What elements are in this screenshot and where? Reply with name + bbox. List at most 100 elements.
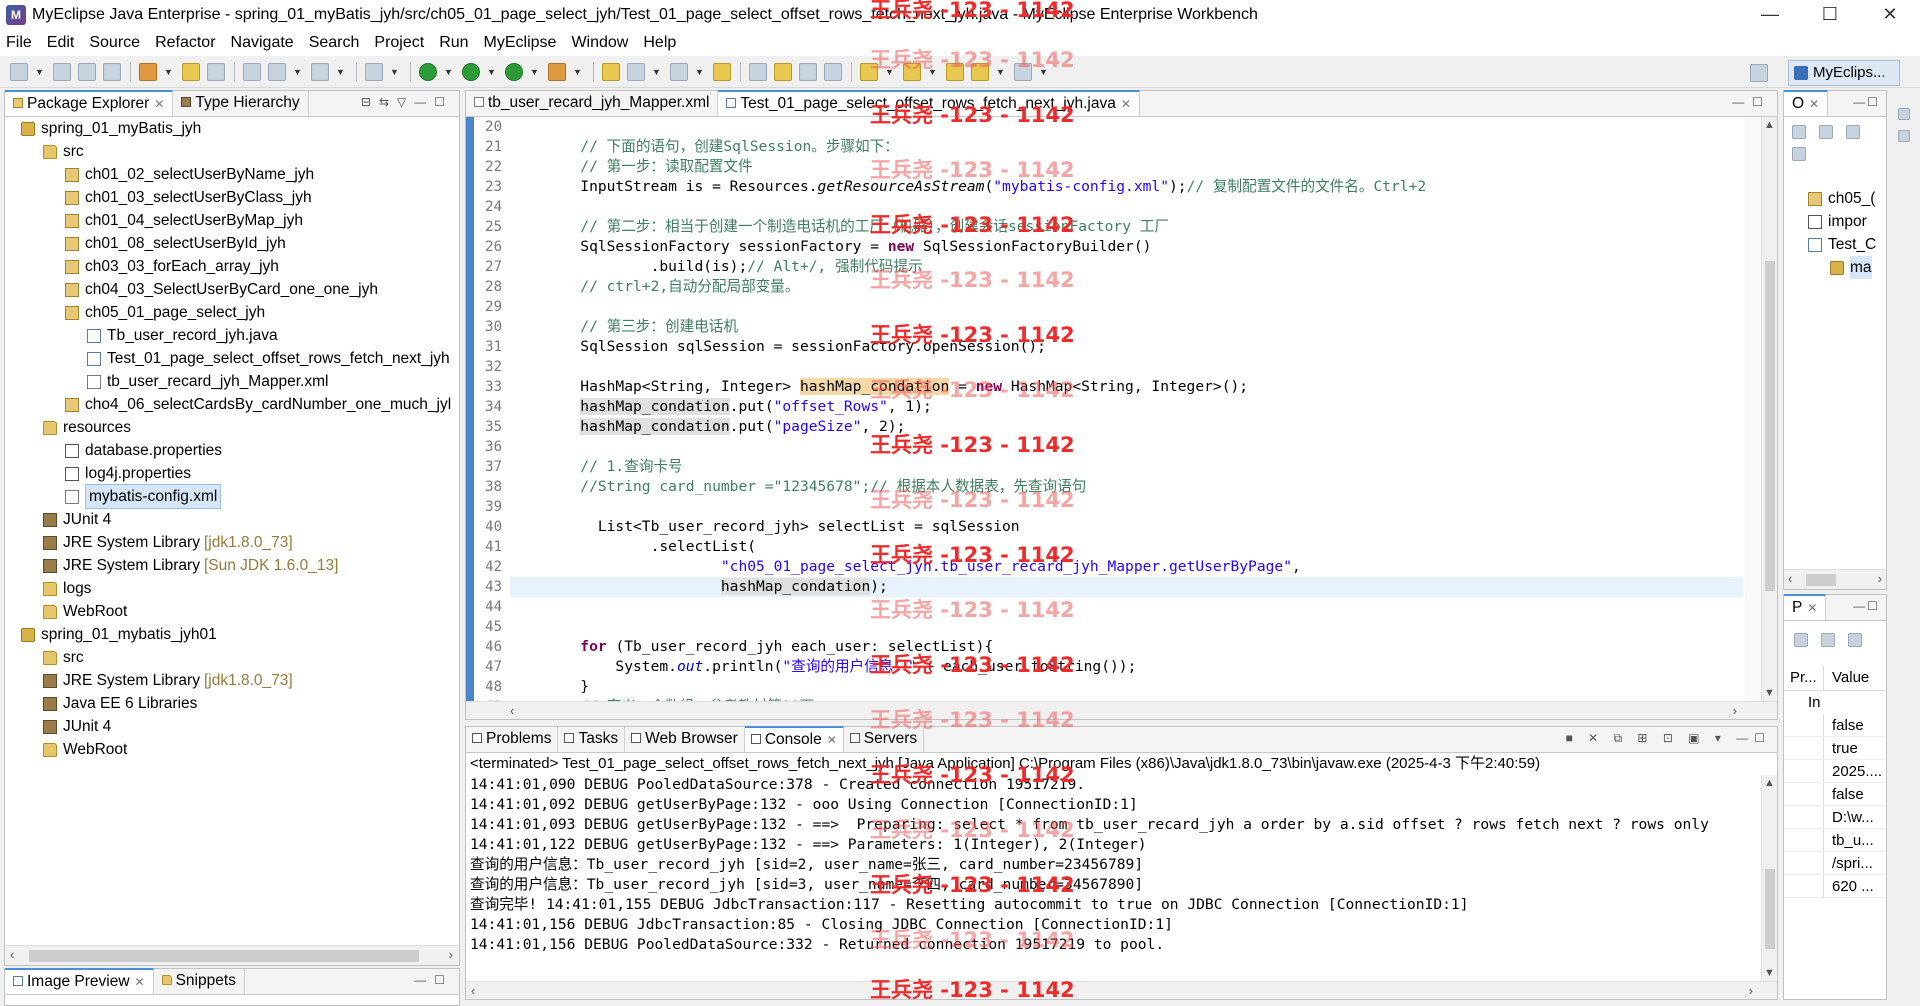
tree-node[interactable]: ch03_03_forEach_array_jyh bbox=[5, 255, 459, 278]
tree-node[interactable]: JUnit 4 bbox=[5, 715, 459, 738]
tree-node[interactable]: logs bbox=[5, 577, 459, 600]
open-type-icon[interactable] bbox=[182, 62, 200, 81]
close-button[interactable]: ✕ bbox=[1860, 0, 1920, 30]
code-line[interactable]: "ch05_01_page_select_jyh.tb_user_recard_… bbox=[510, 557, 1743, 577]
tree-node[interactable]: ch01_02_selectUserByName_jyh bbox=[5, 163, 459, 186]
scrollbar-thumb[interactable] bbox=[1806, 574, 1836, 586]
code-line[interactable]: for (Tb_user_record_jyh each_user: selec… bbox=[510, 637, 1743, 657]
close-icon[interactable]: ✕ bbox=[827, 733, 837, 747]
code-line[interactable]: hashMap_condation.put("pageSize", 2); bbox=[510, 417, 1743, 437]
chevron-down-icon[interactable]: ▼ bbox=[530, 63, 539, 81]
deploy-icon[interactable] bbox=[268, 62, 286, 81]
code-line[interactable] bbox=[510, 497, 1743, 517]
menu-myeclipse[interactable]: MyEclipse bbox=[484, 34, 566, 52]
chevron-down-icon[interactable]: ▼ bbox=[928, 63, 937, 81]
tree-node[interactable]: JRE System Library [Sun JDK 1.6.0_13] bbox=[5, 554, 459, 577]
minimized-view-icon[interactable] bbox=[1898, 130, 1910, 142]
property-row[interactable]: D:\w... bbox=[1784, 806, 1886, 829]
perspective-myeclipse-button[interactable]: MyEclips... bbox=[1788, 60, 1900, 86]
tree-node[interactable]: src bbox=[5, 140, 459, 163]
tab-servers[interactable]: Servers bbox=[844, 727, 925, 752]
toggle-mark-icon[interactable] bbox=[749, 62, 767, 81]
tree-node[interactable]: spring_01_myBatis_jyh bbox=[5, 117, 459, 140]
previous-annotation-icon[interactable] bbox=[903, 62, 921, 81]
tree-node[interactable]: cho4_06_selectCardsBy_cardNumber_one_muc… bbox=[5, 393, 459, 416]
new-project-icon[interactable] bbox=[139, 62, 157, 81]
code-line[interactable] bbox=[510, 117, 1743, 137]
horizontal-scrollbar[interactable]: ‹ › bbox=[466, 981, 1777, 999]
scrollbar-thumb[interactable] bbox=[1765, 261, 1775, 591]
close-icon[interactable]: ✕ bbox=[1121, 97, 1131, 111]
property-row[interactable]: true bbox=[1784, 737, 1886, 760]
tab-snippets[interactable]: Snippets bbox=[154, 969, 245, 994]
chevron-down-icon[interactable]: ▼ bbox=[487, 63, 496, 81]
code-line[interactable]: // 第三步：创建电话机 bbox=[510, 317, 1743, 337]
tree-node[interactable]: mybatis-config.xml bbox=[5, 484, 459, 509]
code-line[interactable]: // 第二步：相当于创建一个制造电话机的工厂（机器），创建会话sessionFa… bbox=[510, 217, 1743, 237]
view-controls[interactable]: ⊟⇆▽—☐ bbox=[361, 95, 453, 109]
tab-package-explorer[interactable]: Package Explorer ✕ bbox=[5, 90, 174, 116]
chevron-down-icon[interactable]: ▼ bbox=[652, 63, 661, 81]
collapse-all-icon[interactable] bbox=[1792, 125, 1806, 139]
run-icon[interactable] bbox=[462, 62, 480, 81]
code-line[interactable]: } bbox=[510, 677, 1743, 697]
code-line[interactable]: InputStream is = Resources.getResourceAs… bbox=[510, 177, 1743, 197]
restore-icon[interactable] bbox=[1898, 108, 1910, 120]
code-line[interactable]: // ctrl+2,自动分配局部变量。 bbox=[510, 277, 1743, 297]
minimize-button[interactable]: — bbox=[1740, 0, 1800, 30]
console-toolbar[interactable]: ■ ✕ ⧉ ⊞ ⊡ ▣ ▾ —☐ bbox=[1566, 731, 1771, 746]
code-line[interactable]: List<Tb_user_record_jyh> selectList = sq… bbox=[510, 517, 1743, 537]
menu-edit[interactable]: Edit bbox=[47, 34, 84, 52]
view-controls[interactable]: —☐ bbox=[1853, 599, 1880, 613]
tree-node[interactable]: Test_01_page_select_offset_rows_fetch_ne… bbox=[5, 347, 459, 370]
scroll-up-icon[interactable]: ▲ bbox=[1764, 777, 1775, 789]
property-column-header[interactable]: Pr... bbox=[1784, 665, 1824, 690]
chevron-down-icon[interactable]: ▼ bbox=[695, 63, 704, 81]
coverage-icon[interactable] bbox=[505, 62, 523, 81]
menu-help[interactable]: Help bbox=[643, 34, 685, 52]
highlight-icon[interactable] bbox=[774, 62, 792, 81]
tree-node[interactable]: ch01_08_selectUserById_jyh bbox=[5, 232, 459, 255]
close-icon[interactable]: ✕ bbox=[154, 97, 164, 111]
code-line[interactable]: .selectList( bbox=[510, 537, 1743, 557]
horizontal-scrollbar[interactable]: ‹ › bbox=[466, 701, 1777, 719]
tab-console[interactable]: Console ✕ bbox=[744, 726, 844, 752]
code-line[interactable]: hashMap_condation); bbox=[510, 577, 1743, 597]
categories-icon[interactable] bbox=[1794, 633, 1808, 647]
vertical-scrollbar[interactable]: ▲ ▼ bbox=[1761, 117, 1777, 701]
block-selection-icon[interactable] bbox=[799, 62, 817, 81]
tree-node[interactable]: Java EE 6 Libraries bbox=[5, 692, 459, 715]
tree-node[interactable]: log4j.properties bbox=[5, 462, 459, 485]
code-line[interactable] bbox=[510, 437, 1743, 457]
save-all-icon[interactable] bbox=[78, 62, 96, 81]
code-area[interactable]: // 下面的语句，创建SqlSession。步骤如下： // 第一步：读取配置文… bbox=[510, 117, 1743, 701]
tree-node[interactable]: spring_01_mybatis_jyh01 bbox=[5, 623, 459, 646]
advanced-icon[interactable] bbox=[1821, 633, 1835, 647]
code-line[interactable] bbox=[510, 197, 1743, 217]
wizard-icon[interactable] bbox=[311, 62, 329, 81]
code-line[interactable] bbox=[510, 297, 1743, 317]
properties-category[interactable]: In bbox=[1784, 691, 1886, 714]
tree-node[interactable]: ch04_03_SelectUserByCard_one_one_jyh bbox=[5, 278, 459, 301]
horizontal-scrollbar[interactable]: ‹ › bbox=[5, 945, 459, 965]
menu-run[interactable]: Run bbox=[439, 34, 477, 52]
new-icon[interactable] bbox=[10, 62, 28, 81]
tree-node[interactable]: JRE System Library [jdk1.8.0_73] bbox=[5, 669, 459, 692]
chevron-down-icon[interactable]: ▼ bbox=[164, 63, 173, 81]
scroll-right-icon[interactable]: › bbox=[1749, 983, 1753, 998]
code-line[interactable]: System.out.println("查询的用户信息：" + each_use… bbox=[510, 657, 1743, 677]
view-controls[interactable]: —☐ bbox=[414, 973, 453, 987]
scroll-left-icon[interactable]: ‹ bbox=[510, 703, 514, 718]
close-icon[interactable]: ✕ bbox=[1809, 97, 1819, 111]
tree-node[interactable]: ch01_04_selectUserByMap_jyh bbox=[5, 209, 459, 232]
debug-icon[interactable] bbox=[419, 62, 437, 81]
forward-icon[interactable] bbox=[1014, 62, 1032, 81]
scroll-left-icon[interactable]: ‹ bbox=[1788, 571, 1792, 586]
new-java-project-icon[interactable] bbox=[602, 62, 620, 81]
tree-node[interactable]: Tb_user_record_jyh.java bbox=[5, 324, 459, 347]
chevron-down-icon[interactable]: ▼ bbox=[293, 63, 302, 81]
code-line[interactable]: SqlSessionFactory sessionFactory = new S… bbox=[510, 237, 1743, 257]
back-icon[interactable] bbox=[971, 62, 989, 81]
tab-java-file[interactable]: Test_01_page_select_offset_rows_fetch_ne… bbox=[718, 90, 1140, 116]
open-perspective-icon[interactable] bbox=[1750, 64, 1768, 82]
